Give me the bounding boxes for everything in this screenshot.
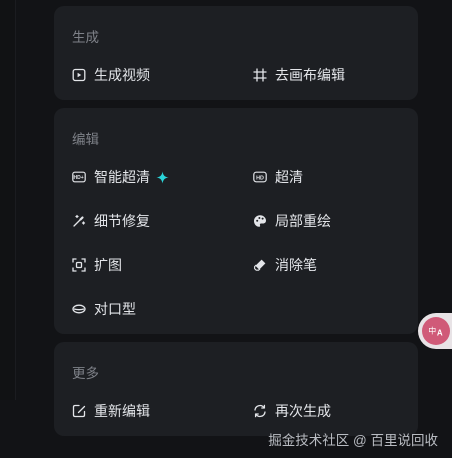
expand-image-label: 扩图 — [94, 257, 122, 273]
local-redraw-label: 局部重绘 — [275, 213, 331, 229]
detail-fix-button[interactable]: 细节修复 — [72, 211, 150, 231]
translate-icon: 中 A — [422, 317, 450, 345]
re-edit-button[interactable]: 重新编辑 — [72, 401, 150, 421]
local-redraw-button[interactable]: 局部重绘 — [253, 211, 331, 231]
generate-section: 生成 生成视频 去画布编辑 — [54, 6, 418, 100]
eraser-icon — [253, 258, 267, 272]
hd-label: 超清 — [275, 169, 303, 185]
palette-icon — [253, 214, 267, 228]
expand-image-button[interactable]: 扩图 — [72, 255, 122, 275]
expand-icon — [72, 258, 86, 272]
section-title-more: 更多 — [72, 366, 99, 381]
sparkle-icon — [156, 170, 169, 184]
outpaint-edit-label: 去画布编辑 — [275, 67, 345, 83]
lip-sync-label: 对口型 — [94, 301, 136, 317]
edit-section: 编辑 HD+ 智能超清 HD 超清 细节修复 局部重绘 扩图 消除笔 对口型 — [54, 108, 418, 334]
section-title-generate: 生成 — [72, 30, 99, 45]
regenerate-label: 再次生成 — [275, 403, 331, 419]
hd-icon: HD — [253, 170, 267, 184]
outpaint-edit-button[interactable]: 去画布编辑 — [253, 65, 345, 85]
translate-float-button[interactable]: 中 A — [418, 313, 452, 349]
svg-text:HD: HD — [256, 175, 264, 181]
smart-hd-button[interactable]: HD+ 智能超清 — [72, 167, 169, 187]
play-icon — [72, 68, 86, 82]
regenerate-button[interactable]: 再次生成 — [253, 401, 331, 421]
generate-video-label: 生成视频 — [94, 67, 150, 83]
smart-hd-label: 智能超清 — [94, 169, 150, 185]
lip-sync-button[interactable]: 对口型 — [72, 299, 136, 319]
svg-text:HD+: HD+ — [74, 175, 84, 181]
section-title-edit: 编辑 — [72, 132, 99, 147]
re-edit-label: 重新编辑 — [94, 403, 150, 419]
more-section: 更多 重新编辑 再次生成 — [54, 342, 418, 436]
generate-video-button[interactable]: 生成视频 — [72, 65, 150, 85]
hd-button[interactable]: HD 超清 — [253, 167, 303, 187]
svg-text:中: 中 — [428, 326, 436, 336]
svg-text:A: A — [437, 329, 443, 338]
lips-icon — [72, 302, 86, 316]
detail-fix-label: 细节修复 — [94, 213, 150, 229]
refresh-icon — [253, 404, 267, 418]
eraser-label: 消除笔 — [275, 257, 317, 273]
left-rail — [0, 0, 16, 400]
eraser-button[interactable]: 消除笔 — [253, 255, 317, 275]
edit-icon — [72, 404, 86, 418]
page: 生成 生成视频 去画布编辑 编辑 HD+ 智能超清 HD 超清 细节修复 局部重… — [0, 0, 452, 458]
crop-icon — [253, 68, 267, 82]
watermark-text: 掘金技术社区 @ 百里说回收 — [268, 433, 438, 448]
magic-wand-icon — [72, 214, 86, 228]
hd-plus-icon: HD+ — [72, 170, 86, 184]
